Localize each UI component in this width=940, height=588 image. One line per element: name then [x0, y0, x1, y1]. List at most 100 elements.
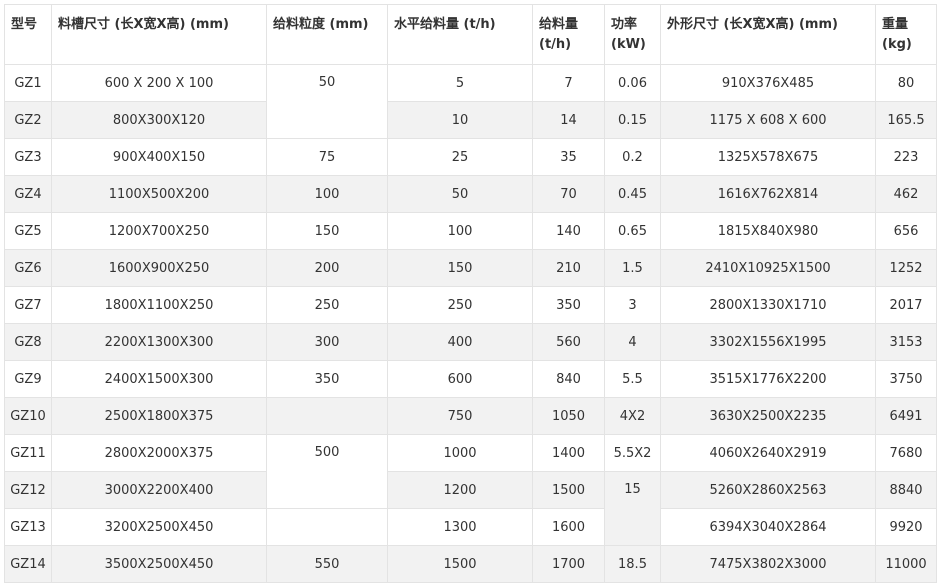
cell-power: 4X2: [604, 397, 661, 435]
cell-model: GZ13: [4, 508, 52, 546]
cell-outline: 6394X3040X2864: [660, 508, 876, 546]
cell-feed: 14: [532, 101, 605, 139]
cell-trough: 800X300X120: [51, 101, 267, 139]
cell-granularity: 75: [266, 138, 388, 176]
cell-outline: 7475X3802X3000: [660, 545, 876, 583]
cell-feed: 70: [532, 175, 605, 213]
cell-model: GZ3: [4, 138, 52, 176]
table-row: GZ13 3200X2500X450 1300 1600 6394X3040X2…: [4, 508, 937, 546]
table-row: GZ2 800X300X120 10 14 0.15 1175 X 608 X …: [4, 101, 937, 139]
cell-feed: 350: [532, 286, 605, 324]
cell-weight: 2017: [875, 286, 937, 324]
cell-power: 3: [604, 286, 661, 324]
header-feed-amount: 给料量 (t/h): [532, 4, 605, 65]
cell-outline: 2410X10925X1500: [660, 249, 876, 287]
cell-horizontal: 250: [387, 286, 533, 324]
cell-outline: 1175 X 608 X 600: [660, 101, 876, 139]
cell-granularity: 350: [266, 360, 388, 398]
cell-horizontal: 1200: [387, 471, 533, 509]
cell-horizontal: 1000: [387, 434, 533, 472]
cell-trough: 3000X2200X400: [51, 471, 267, 509]
cell-horizontal: 1500: [387, 545, 533, 583]
cell-feed: 1500: [532, 471, 605, 509]
cell-weight: 656: [875, 212, 937, 250]
cell-power: 0.65: [604, 212, 661, 250]
cell-granularity: [266, 508, 388, 546]
cell-model: GZ6: [4, 249, 52, 287]
cell-outline: 3302X1556X1995: [660, 323, 876, 361]
cell-power: 15: [604, 471, 661, 546]
cell-power: 0.2: [604, 138, 661, 176]
cell-outline: 4060X2640X2919: [660, 434, 876, 472]
cell-trough: 2200X1300X300: [51, 323, 267, 361]
cell-feed: 1700: [532, 545, 605, 583]
cell-trough: 600 X 200 X 100: [51, 64, 267, 102]
cell-trough: 1800X1100X250: [51, 286, 267, 324]
cell-horizontal: 5: [387, 64, 533, 102]
cell-weight: 1252: [875, 249, 937, 287]
cell-horizontal: 100: [387, 212, 533, 250]
cell-weight: 223: [875, 138, 937, 176]
header-horizontal-feed: 水平给料量 (t/h): [387, 4, 533, 65]
cell-weight: 6491: [875, 397, 937, 435]
cell-trough: 900X400X150: [51, 138, 267, 176]
table-row: GZ10 2500X1800X375 750 1050 4X2 3630X250…: [4, 397, 937, 435]
table-row: GZ14 3500X2500X450 550 1500 1700 18.5 74…: [4, 545, 937, 583]
cell-horizontal: 150: [387, 249, 533, 287]
cell-power: 0.45: [604, 175, 661, 213]
cell-power: 0.15: [604, 101, 661, 139]
cell-granularity: 500: [266, 434, 388, 509]
cell-granularity: 50: [266, 64, 388, 139]
cell-outline: 1325X578X675: [660, 138, 876, 176]
table-row: GZ7 1800X1100X250 250 250 350 3 2800X133…: [4, 286, 937, 324]
cell-outline: 2800X1330X1710: [660, 286, 876, 324]
header-outline-size: 外形尺寸 (长X宽X高) (mm): [660, 4, 876, 65]
cell-granularity: 250: [266, 286, 388, 324]
cell-horizontal: 10: [387, 101, 533, 139]
header-power: 功率 (kW): [604, 4, 661, 65]
cell-model: GZ1: [4, 64, 52, 102]
cell-power: 4: [604, 323, 661, 361]
cell-trough: 1200X700X250: [51, 212, 267, 250]
cell-weight: 11000: [875, 545, 937, 583]
cell-outline: 3515X1776X2200: [660, 360, 876, 398]
cell-weight: 3153: [875, 323, 937, 361]
header-granularity: 给料粒度 (mm): [266, 4, 388, 65]
cell-trough: 2400X1500X300: [51, 360, 267, 398]
cell-weight: 462: [875, 175, 937, 213]
cell-weight: 8840: [875, 471, 937, 509]
cell-horizontal: 600: [387, 360, 533, 398]
cell-granularity: [266, 397, 388, 435]
cell-horizontal: 25: [387, 138, 533, 176]
cell-outline: 5260X2860X2563: [660, 471, 876, 509]
cell-feed: 7: [532, 64, 605, 102]
cell-feed: 560: [532, 323, 605, 361]
table-row: GZ5 1200X700X250 150 100 140 0.65 1815X8…: [4, 212, 937, 250]
table-row: GZ6 1600X900X250 200 150 210 1.5 2410X10…: [4, 249, 937, 287]
table-row: GZ8 2200X1300X300 300 400 560 4 3302X155…: [4, 323, 937, 361]
cell-weight: 9920: [875, 508, 937, 546]
cell-granularity: 300: [266, 323, 388, 361]
cell-horizontal: 1300: [387, 508, 533, 546]
cell-feed: 35: [532, 138, 605, 176]
cell-granularity: 200: [266, 249, 388, 287]
cell-power: 1.5: [604, 249, 661, 287]
cell-trough: 1600X900X250: [51, 249, 267, 287]
cell-power: 18.5: [604, 545, 661, 583]
cell-horizontal: 750: [387, 397, 533, 435]
table-row: GZ11 2800X2000X375 500 1000 1400 5.5X2 4…: [4, 434, 937, 509]
cell-feed: 1400: [532, 434, 605, 472]
cell-horizontal: 400: [387, 323, 533, 361]
cell-outline: 3630X2500X2235: [660, 397, 876, 435]
cell-feed: 840: [532, 360, 605, 398]
cell-trough: 3200X2500X450: [51, 508, 267, 546]
header-weight: 重量 (kg): [875, 4, 937, 65]
cell-weight: 80: [875, 64, 937, 102]
table-row: GZ9 2400X1500X300 350 600 840 5.5 3515X1…: [4, 360, 937, 398]
spec-table: 型号 料槽尺寸 (长X宽X高) (mm) 给料粒度 (mm) 水平给料量 (t/…: [4, 4, 937, 583]
cell-model: GZ10: [4, 397, 52, 435]
table-row: GZ12 3000X2200X400 1200 1500 15 5260X286…: [4, 471, 937, 546]
cell-granularity: 150: [266, 212, 388, 250]
cell-model: GZ11: [4, 434, 52, 472]
cell-trough: 1100X500X200: [51, 175, 267, 213]
